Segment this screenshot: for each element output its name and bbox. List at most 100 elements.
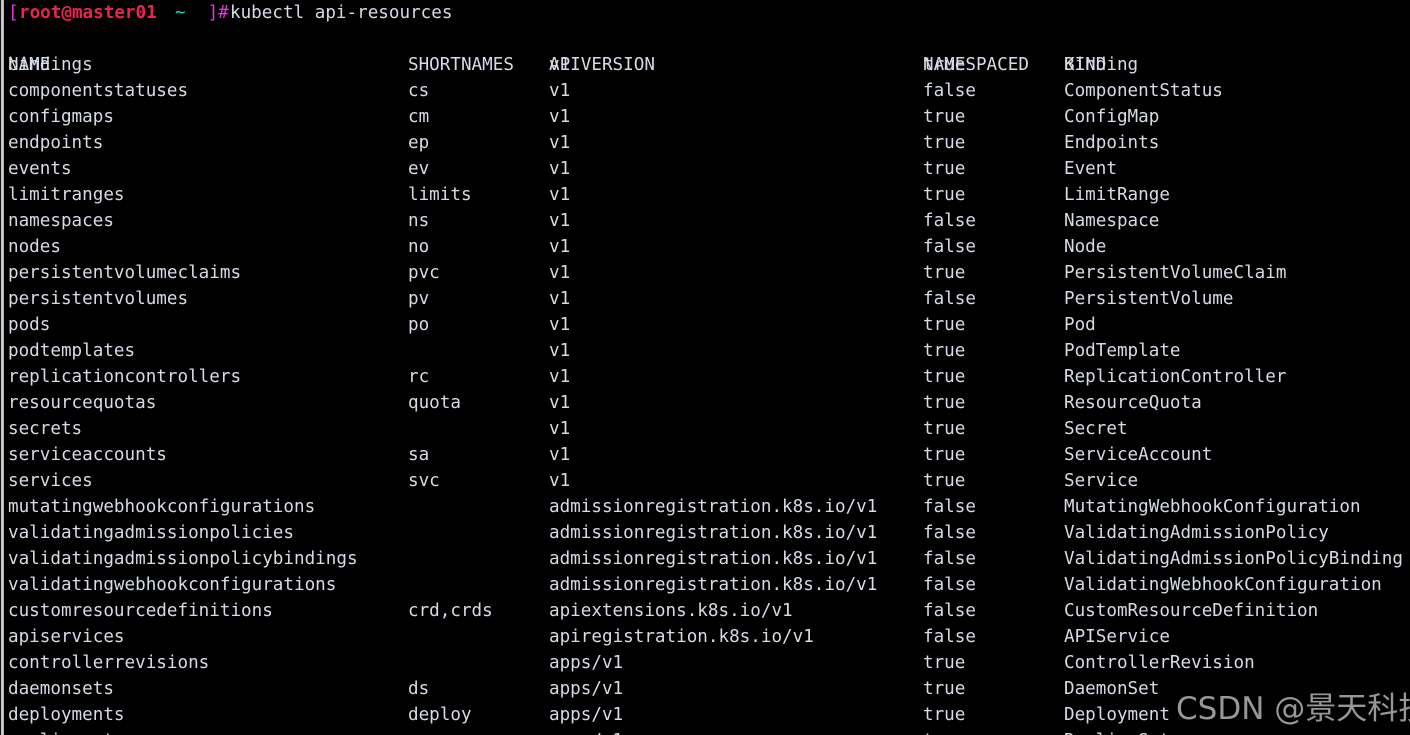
cell-kind: APIService (1064, 627, 1170, 647)
table-row: replicationcontrollers rc v1 true Replicatio… (0, 364, 1410, 390)
cell-namespaced: true (923, 705, 966, 725)
cell-shortnames: po (408, 315, 430, 335)
cell-apiversion: apps/v1 (549, 653, 624, 673)
cell-shortnames: ep (408, 133, 430, 153)
cell-apiversion: v1 (549, 367, 571, 387)
cell-kind: ResourceQuota (1064, 393, 1202, 413)
table-row: endpoints ep v1 true Endpoints (0, 130, 1410, 156)
cell-name: nodes (8, 237, 61, 257)
prompt-command[interactable]: kubectl api-resources (230, 0, 452, 26)
cell-namespaced: false (923, 289, 976, 309)
cell-apiversion: v1 (549, 393, 571, 413)
cell-namespaced: false (923, 211, 976, 231)
cell-namespaced: true (923, 185, 966, 205)
cell-name: configmaps (8, 107, 114, 127)
cell-apiversion: v1 (549, 289, 571, 309)
cell-namespaced: true (923, 107, 966, 127)
terminal-scrollbar[interactable] (0, 0, 5, 735)
cell-apiversion: apps/v1 (549, 679, 624, 699)
table-row: mutatingwebhookconfigurations admissionre… (0, 494, 1410, 520)
table-row: persistentvolumeclaims pvc v1 true Persisten… (0, 260, 1410, 286)
cell-kind: PersistentVolume (1064, 289, 1234, 309)
cell-kind: Event (1064, 159, 1117, 179)
prompt-path: ~ (175, 3, 186, 23)
cell-apiversion: apiregistration.k8s.io/v1 (549, 627, 814, 647)
cell-namespaced: false (923, 549, 976, 569)
cell-name: customresourcedefinitions (8, 601, 273, 621)
table-row: daemonsets ds apps/v1 true DaemonSet (0, 676, 1410, 702)
cell-name: pods (8, 315, 51, 335)
cell-name: podtemplates (8, 341, 136, 361)
cell-namespaced: true (923, 159, 966, 179)
cell-namespaced: true (923, 728, 965, 735)
cell-shortnames: ns (408, 211, 430, 231)
cell-namespaced: true (923, 653, 966, 673)
cell-namespaced: true (923, 679, 966, 699)
cell-name: persistentvolumeclaims (8, 263, 242, 283)
table-row: services svc v1 true Service (0, 468, 1410, 494)
table-row: controllerrevisions apps/v1 true Controller… (0, 650, 1410, 676)
cell-name: secrets (8, 419, 83, 439)
cell-namespaced: true (923, 419, 966, 439)
cell-namespaced: true (923, 367, 966, 387)
cell-kind: ReplicaSet (1064, 728, 1170, 735)
cell-namespaced: true (923, 471, 966, 491)
cell-apiversion: v1 (549, 133, 571, 153)
cell-name: componentstatuses (8, 81, 189, 101)
cell-shortnames: ds (408, 679, 430, 699)
table-row: bindings v1 true Binding (0, 52, 1410, 78)
prompt-line: [ root@master01 ~ ]# kubectl api-resourc… (0, 0, 1410, 26)
cell-kind: Service (1064, 471, 1139, 491)
cell-namespaced: false (923, 81, 976, 101)
cell-kind: Pod (1064, 315, 1096, 335)
table-row: limitranges limits v1 true LimitRange (0, 182, 1410, 208)
cell-namespaced: true (923, 445, 966, 465)
cell-apiversion: v1 (549, 81, 571, 101)
prompt-open-bracket: [ (8, 3, 19, 23)
cell-name: validatingadmissionpolicybindings (8, 549, 358, 569)
cell-kind: Secret (1064, 419, 1128, 439)
cell-namespaced: false (923, 497, 976, 517)
cell-name: mutatingwebhookconfigurations (8, 497, 316, 517)
cell-name: replicationcontrollers (8, 367, 242, 387)
cell-apiversion: v1 (549, 211, 571, 231)
table-row: serviceaccounts sa v1 true ServiceAccount (0, 442, 1410, 468)
cell-shortnames: rc (408, 367, 430, 387)
cell-namespaced: false (923, 575, 976, 595)
table-row: nodes no v1 false Node (0, 234, 1410, 260)
cell-shortnames: rs (408, 728, 429, 735)
cell-kind: Endpoints (1064, 133, 1160, 153)
cell-namespaced: true (923, 263, 966, 283)
cell-kind: ServiceAccount (1064, 445, 1213, 465)
cell-kind: ValidatingAdmissionPolicy (1064, 523, 1329, 543)
cell-apiversion: v1 (549, 159, 571, 179)
table-row: events ev v1 true Event (0, 156, 1410, 182)
cell-shortnames: no (408, 237, 430, 257)
table-row: componentstatuses cs v1 false ComponentStatu… (0, 78, 1410, 104)
cell-kind: PersistentVolumeClaim (1064, 263, 1287, 283)
cell-namespaced: true (923, 133, 966, 153)
cell-apiversion: apps/v1 (549, 728, 623, 735)
cell-namespaced: true (923, 315, 966, 335)
table-row: podtemplates v1 true PodTemplate (0, 338, 1410, 364)
cell-kind: PodTemplate (1064, 341, 1181, 361)
cell-apiversion: v1 (549, 185, 571, 205)
cell-shortnames: ev (408, 159, 430, 179)
cell-namespaced: false (923, 627, 976, 647)
cell-apiversion: apps/v1 (549, 705, 624, 725)
cell-name: persistentvolumes (8, 289, 189, 309)
cell-kind: ValidatingAdmissionPolicyBinding (1064, 549, 1403, 569)
cell-name: daemonsets (8, 679, 114, 699)
cell-name: serviceaccounts (8, 445, 167, 465)
table-row: persistentvolumes pv v1 false PersistentVolu… (0, 286, 1410, 312)
cell-namespaced: false (923, 237, 976, 257)
cell-shortnames: sa (408, 445, 430, 465)
cell-apiversion: v1 (549, 341, 571, 361)
cell-namespaced: false (923, 601, 976, 621)
cell-kind: ValidatingWebhookConfiguration (1064, 575, 1382, 595)
cell-namespaced: true (923, 393, 966, 413)
prompt-close-bracket: ]# (197, 3, 229, 23)
cell-name: bindings (8, 55, 93, 75)
cell-apiversion: admissionregistration.k8s.io/v1 (549, 549, 878, 569)
terminal-screen: [ root@master01 ~ ]# kubectl api-resourc… (0, 0, 1410, 735)
